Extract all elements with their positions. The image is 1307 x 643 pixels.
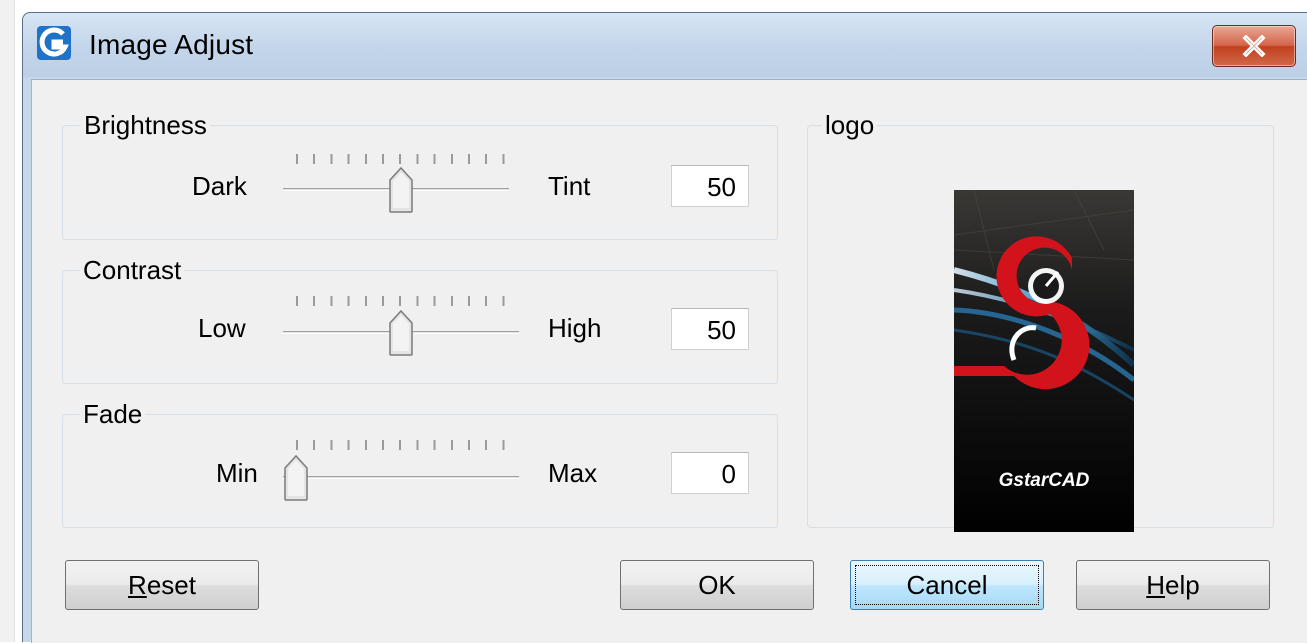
ok-button[interactable]: OK <box>620 560 814 610</box>
fade-slider-thumb[interactable] <box>283 454 309 502</box>
logo-brand-text: GstarCAD <box>999 470 1090 491</box>
focus-rectangle <box>855 565 1039 605</box>
fade-max-label: Max <box>548 458 598 488</box>
brightness-max-label: Tint <box>548 171 591 201</box>
reset-button-mnemonic: R <box>128 569 147 600</box>
contrast-value-field[interactable]: 50 <box>671 308 749 350</box>
title-bar[interactable]: Image Adjust <box>23 13 1307 77</box>
fade-value-field[interactable]: 0 <box>671 452 749 494</box>
contrast-max-label: High <box>548 313 602 343</box>
contrast-slider-ticks <box>296 296 506 306</box>
brightness-value-field[interactable]: 50 <box>671 165 749 207</box>
gstarcad-logo-image: GstarCAD <box>954 190 1134 532</box>
background-window-edge <box>0 0 15 642</box>
help-button-mnemonic: H <box>1146 569 1166 600</box>
image-adjust-dialog: Image Adjust Brightness Dark Tint 50 Con… <box>22 12 1307 643</box>
close-icon <box>1242 35 1266 57</box>
contrast-group-label: Contrast <box>80 255 185 285</box>
help-button[interactable]: Help <box>1076 560 1270 610</box>
reset-button-label: eset <box>146 569 196 600</box>
fade-slider-ticks <box>296 440 506 450</box>
cancel-button[interactable]: Cancel <box>850 560 1044 610</box>
logo-group-label: logo <box>822 110 878 140</box>
fade-min-label: Min <box>216 458 258 488</box>
brightness-slider-ticks <box>296 154 506 164</box>
brightness-slider-thumb[interactable] <box>388 166 414 214</box>
close-button[interactable] <box>1212 25 1296 67</box>
dialog-content: Brightness Dark Tint 50 Contrast Low Hig… <box>31 79 1307 643</box>
fade-group-label: Fade <box>80 399 146 429</box>
contrast-slider-thumb[interactable] <box>388 309 414 357</box>
window-title: Image Adjust <box>89 29 254 60</box>
gstarcad-app-icon <box>37 26 71 60</box>
help-button-label: elp <box>1165 569 1200 600</box>
contrast-min-label: Low <box>198 313 246 343</box>
fade-slider-track <box>283 476 519 479</box>
reset-button[interactable]: Reset <box>65 560 259 610</box>
ok-button-label: OK <box>698 569 736 600</box>
brightness-group-label: Brightness <box>81 110 210 140</box>
brightness-min-label: Dark <box>192 171 247 201</box>
